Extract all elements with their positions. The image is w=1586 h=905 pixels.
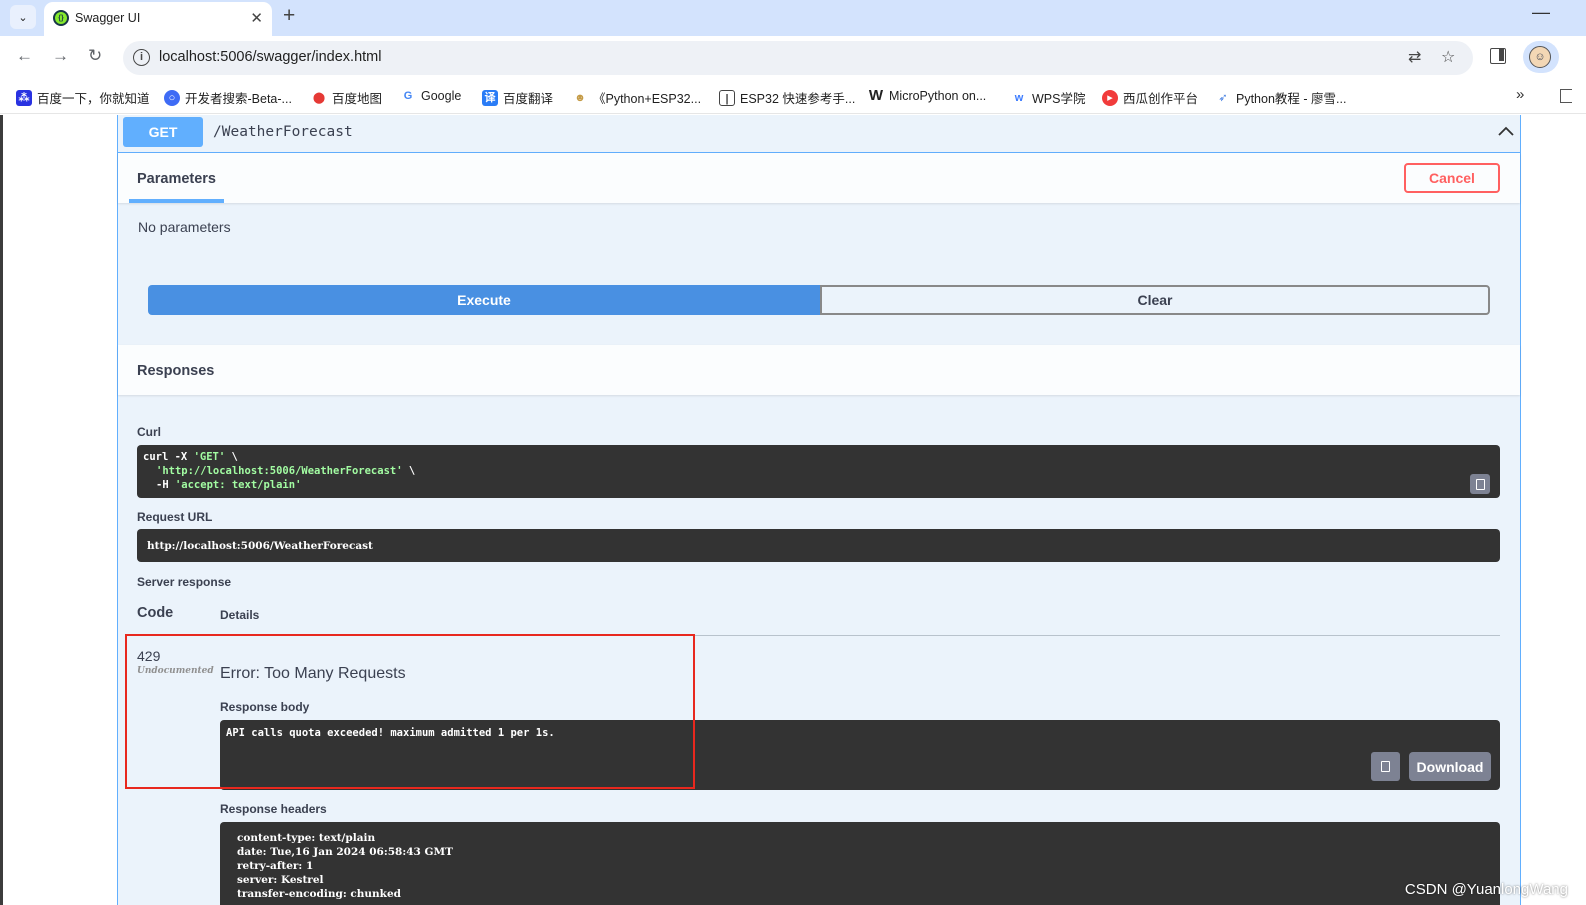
baidu-paw-icon: ⁂ <box>16 89 32 106</box>
bookmark-item[interactable]: | ESP32 快速参考手... <box>719 88 855 107</box>
more-bookmarks-icon[interactable]: » <box>1516 86 1524 103</box>
new-tab-plus-icon[interactable]: + <box>283 4 295 28</box>
tab-underline <box>129 199 224 203</box>
micropython-w-icon: W <box>868 87 884 104</box>
header-line: date: Tue,16 Jan 2024 06:58:43 GMT <box>237 846 453 858</box>
request-url-box: http://localhost:5006/WeatherForecast <box>137 529 1500 562</box>
responses-header: Responses <box>118 345 1520 395</box>
bookmark-item[interactable]: G Google <box>400 88 462 104</box>
bookmark-item[interactable]: ○ 开发者搜索-Beta-... <box>164 88 292 107</box>
annotation-highlight-box <box>125 634 695 789</box>
clear-button[interactable]: Clear <box>820 285 1490 315</box>
bookmarks-folder-icon[interactable] <box>1560 89 1572 103</box>
map-pin-icon: ⬤ <box>312 91 326 104</box>
operation-summary[interactable]: GET /WeatherForecast <box>118 115 1520 153</box>
minimize-window-icon[interactable]: — <box>1532 2 1550 23</box>
code-column-header: Code <box>137 605 174 621</box>
chevron-up-icon[interactable] <box>1498 125 1514 137</box>
wps-icon: w <box>1014 91 1024 104</box>
header-line: retry-after: 1 <box>237 860 314 872</box>
forward-arrow-icon[interactable]: → <box>52 46 69 66</box>
header-line: transfer-encoding: chunked <box>237 888 401 900</box>
curl-line: curl -X 'GET' \ <box>143 451 238 463</box>
bookmark-item[interactable]: ⬤ 百度地图 <box>311 88 382 107</box>
translate-icon: 译 <box>482 89 498 106</box>
responses-title: Responses <box>137 363 215 379</box>
curl-codebox: curl -X 'GET' \ 'http://localhost:5006/W… <box>137 445 1500 498</box>
request-url-text: http://localhost:5006/WeatherForecast <box>147 540 373 552</box>
execute-button[interactable]: Execute <box>148 285 820 315</box>
profile-button[interactable]: ☺ <box>1523 41 1559 73</box>
bookmark-star-icon[interactable]: ☆ <box>1441 47 1455 67</box>
response-headers-label: Response headers <box>220 802 327 816</box>
bookmark-item[interactable]: ☻ 《Python+ESP32... <box>572 88 701 107</box>
request-url-label: Request URL <box>137 510 213 524</box>
google-g-icon: G <box>403 90 413 102</box>
tab-title: Swagger UI <box>75 11 141 25</box>
close-tab-icon[interactable]: ✕ <box>250 9 263 27</box>
xigua-icon: ▸ <box>1102 89 1118 106</box>
translate-page-icon[interactable]: ⇄ <box>1408 47 1421 67</box>
emoji-icon: ☻ <box>574 91 586 104</box>
download-button[interactable]: Download <box>1409 752 1491 781</box>
bookmark-item[interactable]: W MicroPython on... <box>868 88 986 104</box>
no-parameters-text: No parameters <box>138 219 231 235</box>
bookmarks-bar: ⁂ 百度一下，你就知道 ○ 开发者搜索-Beta-... ⬤ 百度地图 G Google… <box>0 80 1586 114</box>
swagger-favicon-icon: {} <box>53 10 69 26</box>
bookmark-item[interactable]: ⁂ 百度一下，你就知道 <box>16 88 150 107</box>
browser-tabstrip: ⌄ {} Swagger UI ✕ + — <box>0 0 1586 36</box>
window-edge <box>0 115 3 905</box>
watermark: CSDN @YuanlongWang <box>1404 881 1568 898</box>
address-bar[interactable]: i localhost:5006/swagger/index.html ⇄ ☆ <box>123 41 1473 75</box>
rocket-icon: ➶ <box>1218 91 1228 104</box>
response-headers-box: content-type: text/plain date: Tue,16 Ja… <box>220 822 1500 905</box>
tab-search-chevron-icon[interactable]: ⌄ <box>10 5 36 29</box>
curl-line: -H 'accept: text/plain' <box>156 479 302 491</box>
address-url[interactable]: localhost:5006/swagger/index.html <box>159 49 381 65</box>
server-response-label: Server response <box>137 575 232 589</box>
bookmark-item[interactable]: ➶ Python教程 - 廖雪... <box>1215 88 1346 107</box>
copy-curl-icon[interactable] <box>1470 474 1490 494</box>
swagger-page: GET /WeatherForecast Parameters Cancel N… <box>0 115 1586 905</box>
curl-label: Curl <box>137 425 161 439</box>
developer-search-icon: ○ <box>164 89 180 106</box>
bookmark-item[interactable]: w WPS学院 <box>1011 88 1086 107</box>
bookmark-item[interactable]: ▸ 西瓜创作平台 <box>1102 88 1198 107</box>
cancel-button[interactable]: Cancel <box>1404 163 1500 193</box>
avatar: ☺ <box>1529 46 1551 68</box>
side-panel-icon[interactable] <box>1490 48 1506 64</box>
header-line: content-type: text/plain <box>237 832 376 844</box>
method-badge: GET <box>123 117 203 147</box>
curl-line: 'http://localhost:5006/WeatherForecast' … <box>156 465 416 477</box>
details-column-header: Details <box>220 608 260 622</box>
site-info-icon[interactable]: i <box>133 49 150 66</box>
header-line: server: Kestrel <box>237 874 324 886</box>
reload-icon[interactable]: ↻ <box>88 46 102 66</box>
browser-tab[interactable]: {} Swagger UI ✕ <box>44 2 272 36</box>
back-arrow-icon[interactable]: ← <box>16 46 33 66</box>
parameters-header: Parameters Cancel <box>118 153 1520 203</box>
copy-response-icon[interactable] <box>1371 752 1400 781</box>
doc-icon: | <box>719 89 735 106</box>
operation-path: /WeatherForecast <box>213 124 353 140</box>
bookmark-item[interactable]: 译百度翻译 <box>482 88 553 107</box>
browser-toolbar: ← → ↻ i localhost:5006/swagger/index.htm… <box>0 36 1586 80</box>
tab-parameters[interactable]: Parameters <box>137 171 216 187</box>
